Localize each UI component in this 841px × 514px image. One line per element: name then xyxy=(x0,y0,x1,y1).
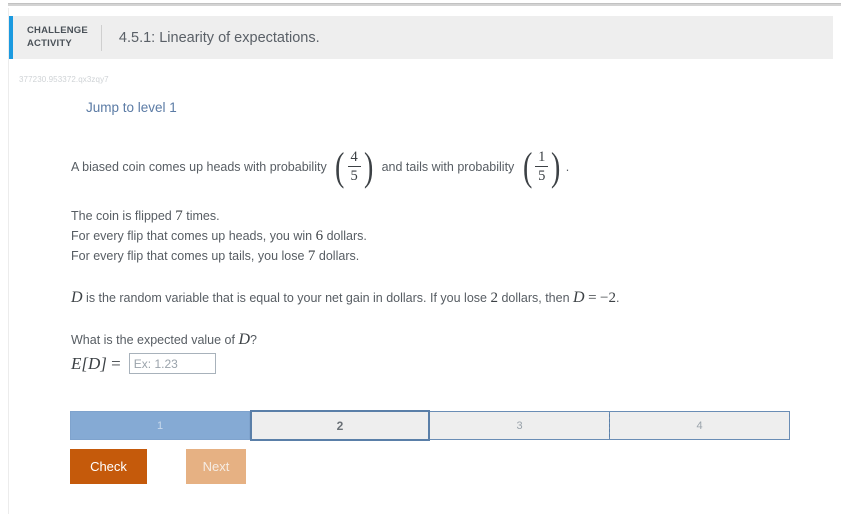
def-variable: D xyxy=(71,289,83,306)
next-button[interactable]: Next xyxy=(186,449,246,484)
answer-label-equals: = xyxy=(111,353,121,373)
sentence1-pre: A biased coin comes up heads with probab… xyxy=(71,160,327,175)
dashed-divider xyxy=(609,414,610,437)
def-mid: dollars, then xyxy=(501,291,570,305)
heads-probability-fraction: ( 4 5 ) xyxy=(335,143,374,189)
progress-segment-label: 4 xyxy=(696,419,703,432)
tails-pre: For every flip that comes up tails, you … xyxy=(71,249,305,263)
def-variable-2: D xyxy=(573,289,585,306)
answer-label: E[D] = xyxy=(71,354,121,374)
question-id: 377230.953372.qx3zqy7 xyxy=(19,75,109,84)
progress-segment-label: 1 xyxy=(156,419,164,432)
answer-label-variable: D xyxy=(88,353,101,373)
kicker-line-1: CHALLENGE xyxy=(27,24,88,36)
rule-heads-payout: For every flip that comes up heads, you … xyxy=(71,226,367,246)
kicker-line-2: ACTIVITY xyxy=(27,37,72,49)
page-left-edge-rule xyxy=(8,8,9,514)
def-equals: = xyxy=(588,290,597,306)
def-pre: is the random variable that is equal to … xyxy=(86,291,487,305)
progress-segment-label: 2 xyxy=(336,418,344,433)
tails-numerator: 1 xyxy=(538,149,546,165)
flips-pre: The coin is flipped xyxy=(71,209,172,223)
question-variable: D xyxy=(238,331,251,348)
problem-rules: The coin is flipped 7 times. For every f… xyxy=(71,206,367,266)
tails-probability-fraction: ( 1 5 ) xyxy=(522,143,561,189)
challenge-activity-header: CHALLENGE ACTIVITY 4.5.1: Linearity of e… xyxy=(9,16,833,59)
flips-count: 7 xyxy=(175,208,183,224)
progress-segment-1[interactable]: 1 xyxy=(70,411,250,440)
top-scroll-track[interactable] xyxy=(8,3,841,6)
heads-denominator: 5 xyxy=(347,166,361,184)
sentence1-mid: and tails with probability xyxy=(381,160,515,175)
tails-denominator: 5 xyxy=(535,166,549,184)
random-variable-definition: D is the random variable that is equal t… xyxy=(71,288,619,308)
def-end: . xyxy=(616,291,620,305)
tails-amount: 7 xyxy=(307,248,316,264)
challenge-activity-kicker: CHALLENGE ACTIVITY xyxy=(13,25,101,50)
answer-label-e: E xyxy=(71,353,82,373)
check-button[interactable]: Check xyxy=(70,449,147,484)
level-progress-bar: 1 2 3 4 xyxy=(70,410,790,441)
rule-tails-payout: For every flip that comes up tails, you … xyxy=(71,246,367,266)
answer-label-bracket-close: ] xyxy=(100,353,107,373)
progress-segment-4[interactable]: 4 xyxy=(609,411,790,440)
question-prompt: What is the expected value of D? xyxy=(71,330,257,350)
action-buttons: Check Next xyxy=(70,449,246,484)
heads-post: dollars. xyxy=(326,229,367,243)
rule-flips: The coin is flipped 7 times. xyxy=(71,206,367,226)
heads-numerator: 4 xyxy=(350,149,358,165)
heads-pre: For every flip that comes up heads, you … xyxy=(71,229,313,243)
flips-post: times. xyxy=(186,209,220,223)
expected-value-input[interactable] xyxy=(128,353,216,374)
progress-segment-2[interactable]: 2 xyxy=(250,410,430,441)
progress-segment-3[interactable]: 3 xyxy=(430,411,610,440)
progress-segment-label: 3 xyxy=(516,419,523,432)
heads-amount: 6 xyxy=(315,228,324,244)
activity-title: 4.5.1: Linearity of expectations. xyxy=(118,29,320,46)
tails-post: dollars. xyxy=(318,249,360,263)
answer-row: E[D] = xyxy=(71,353,216,374)
sentence1-end: . xyxy=(565,160,570,175)
question-post: ? xyxy=(250,333,257,347)
question-pre: What is the expected value of xyxy=(71,333,235,347)
def-value: −2 xyxy=(600,290,616,306)
def-amount: 2 xyxy=(490,290,498,306)
jump-to-level-link[interactable]: Jump to level 1 xyxy=(86,100,177,115)
problem-statement-probabilities: A biased coin comes up heads with probab… xyxy=(71,143,570,189)
